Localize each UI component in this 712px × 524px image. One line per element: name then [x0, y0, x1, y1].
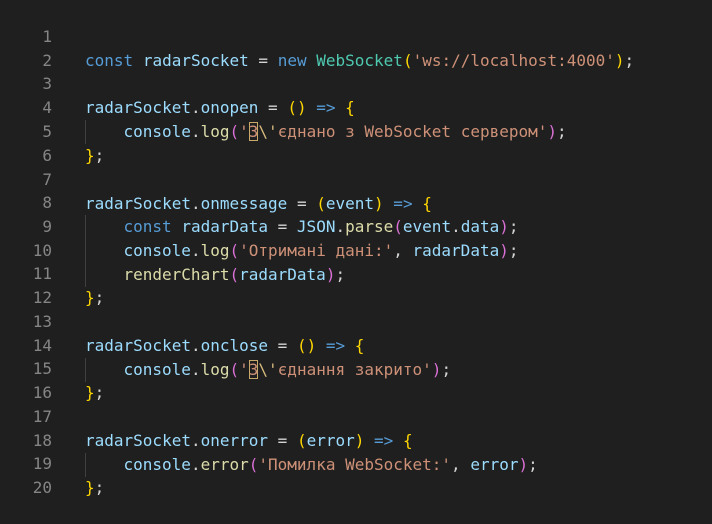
code-line-4[interactable]: 4 console.log('З\'єднано з WebSocket сер… [0, 72, 712, 144]
code-text: }; [85, 476, 104, 500]
punctuation: ; [94, 478, 105, 497]
code-line-7[interactable]: 7 radarSocket.onmessage = (event) => { [0, 144, 712, 213]
bracket: } [85, 478, 95, 497]
code-line-5[interactable]: 5 }; [0, 96, 712, 165]
code-line-8[interactable]: 8 const radarData = JSON.parse(event.dat… [0, 167, 712, 239]
code-line-10[interactable]: 10 renderChart(radarData); [0, 215, 712, 287]
code-line-17[interactable]: 17 radarSocket.onerror = (error) => { [0, 381, 712, 450]
code-line-19[interactable]: 19 }; [0, 428, 712, 497]
code-line-12[interactable]: 12 [0, 262, 712, 307]
code-line-20[interactable]: 20 [0, 452, 712, 497]
code-line-6[interactable]: 6 [0, 120, 712, 165]
code-line-13[interactable]: 13 radarSocket.onclose = () => { [0, 286, 712, 355]
code-line-18[interactable]: 18 console.error('Помилка WebSocket:', e… [0, 405, 712, 477]
line-number: 20 [32, 478, 52, 497]
code-line-14[interactable]: 14 console.log('З\'єднання закрито'); [0, 310, 712, 382]
code-line-1[interactable]: 1 const radarSocket = new WebSocket('ws:… [0, 1, 712, 70]
code-line-2[interactable]: 2 [0, 25, 712, 70]
code-line-9[interactable]: 9 console.log('Отримані дані:', radarDat… [0, 191, 712, 263]
code-line-16[interactable]: 16 [0, 357, 712, 402]
code-line-11[interactable]: 11 }; [0, 238, 712, 307]
code-line-3[interactable]: 3 radarSocket.onopen = () => { [0, 48, 712, 117]
code-editor[interactable]: 1 const radarSocket = new WebSocket('ws:… [0, 0, 712, 497]
code-line-15[interactable]: 15 }; [0, 333, 712, 402]
